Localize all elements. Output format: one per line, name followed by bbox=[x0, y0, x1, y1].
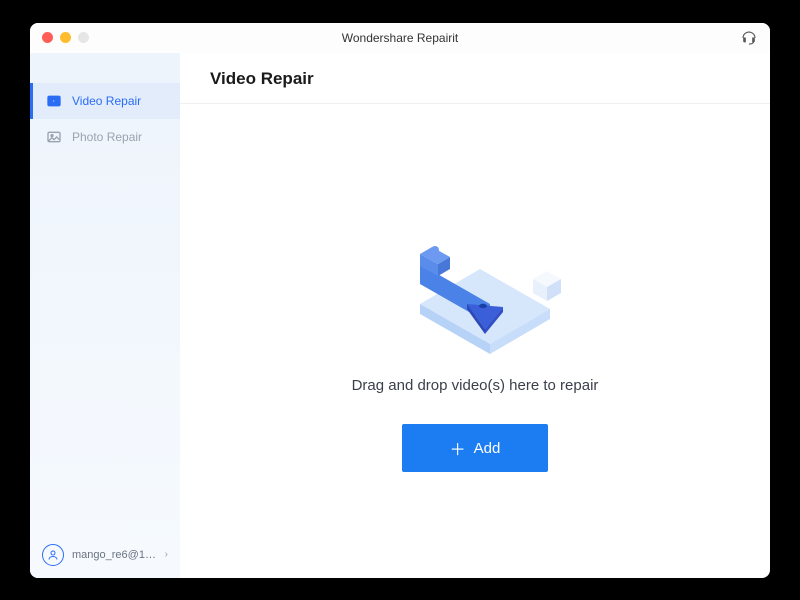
window-title: Wondershare Repairit bbox=[342, 31, 459, 45]
video-repair-illustration bbox=[375, 209, 575, 359]
drop-instruction-text: Drag and drop video(s) here to repair bbox=[352, 377, 599, 394]
account-name: mango_re6@163.... bbox=[72, 549, 157, 561]
page-title: Video Repair bbox=[180, 53, 770, 104]
support-icon[interactable] bbox=[740, 29, 758, 47]
photo-icon bbox=[46, 129, 62, 145]
account-button[interactable]: mango_re6@163.... › bbox=[30, 532, 180, 578]
app-body: Video Repair Photo Repair bbox=[30, 53, 770, 578]
sidebar-items: Video Repair Photo Repair bbox=[30, 83, 180, 532]
sidebar-item-label: Photo Repair bbox=[72, 130, 142, 144]
add-button[interactable]: ＋ Add bbox=[402, 424, 549, 472]
chevron-right-icon: › bbox=[165, 549, 168, 560]
maximize-window-button[interactable] bbox=[78, 32, 89, 43]
avatar-icon bbox=[42, 544, 64, 566]
add-button-label: Add bbox=[474, 440, 501, 457]
sidebar: Video Repair Photo Repair bbox=[30, 53, 180, 578]
close-window-button[interactable] bbox=[42, 32, 53, 43]
minimize-window-button[interactable] bbox=[60, 32, 71, 43]
sidebar-item-label: Video Repair bbox=[72, 94, 141, 108]
sidebar-item-video-repair[interactable]: Video Repair bbox=[30, 83, 180, 119]
main-content: Video Repair bbox=[180, 53, 770, 578]
plus-icon: ＋ bbox=[450, 436, 466, 460]
video-icon bbox=[46, 93, 62, 109]
traffic-lights bbox=[42, 32, 89, 43]
sidebar-item-photo-repair[interactable]: Photo Repair bbox=[30, 119, 180, 155]
drop-area[interactable]: Drag and drop video(s) here to repair ＋ … bbox=[180, 104, 770, 578]
titlebar: Wondershare Repairit bbox=[30, 23, 770, 53]
app-window: Wondershare Repairit bbox=[30, 23, 770, 578]
